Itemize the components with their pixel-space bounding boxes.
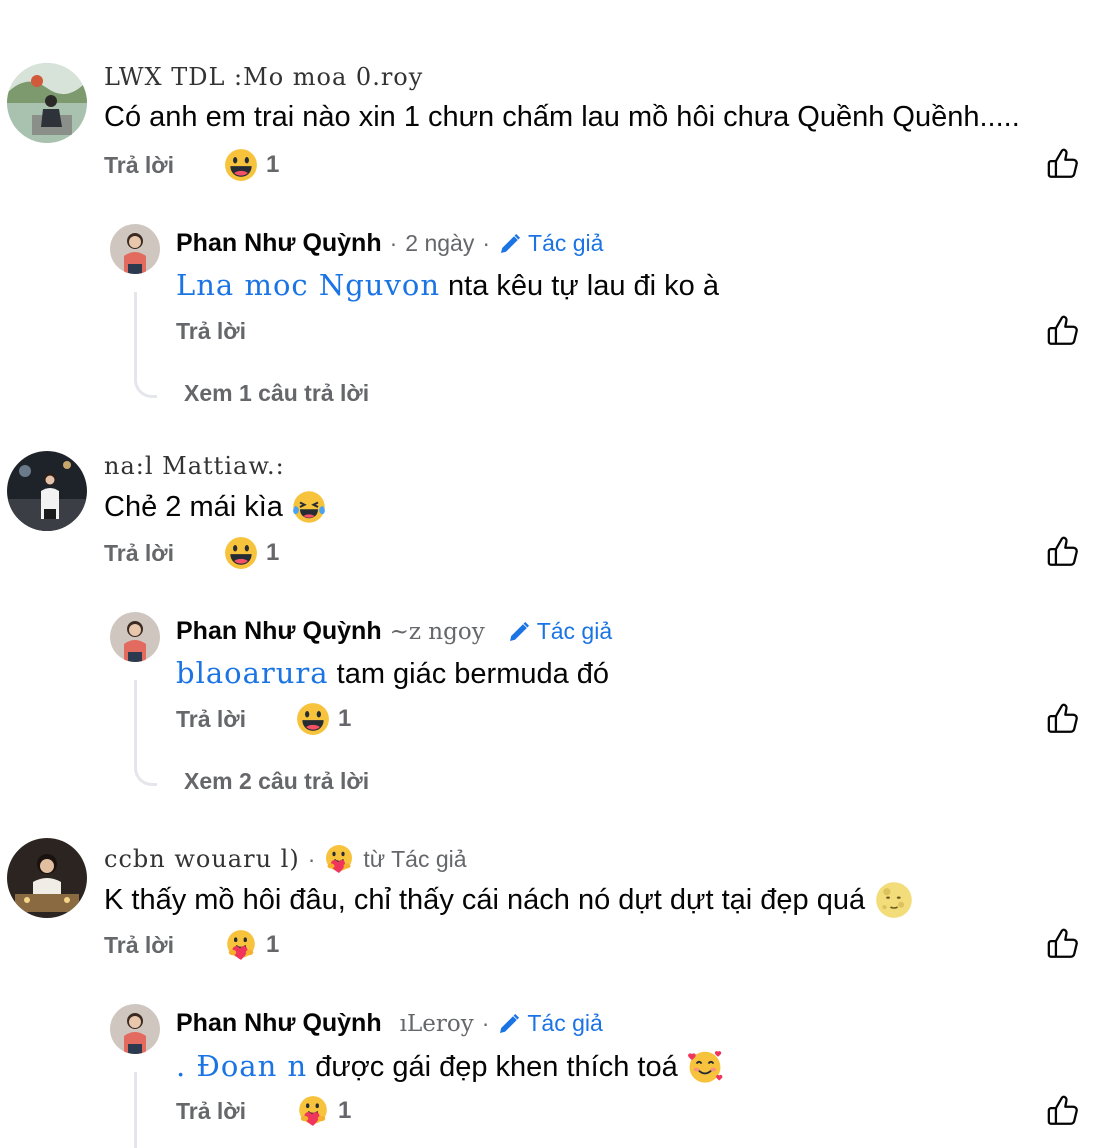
reaction-count: 1 xyxy=(266,151,280,178)
author-badge-label: Tác giả xyxy=(527,1010,603,1036)
reaction-count: 1 xyxy=(338,1097,352,1124)
reply-text: blaoarura tam giác bermuda đó xyxy=(176,656,609,691)
grinning-emoji-icon xyxy=(296,702,330,736)
reaction-count: 1 xyxy=(338,705,352,732)
comment-author-name[interactable]: LWX TDL :Mo moa 0.roy xyxy=(104,63,423,91)
avatar[interactable] xyxy=(7,63,87,143)
hugging-heart-emoji-icon xyxy=(224,928,258,962)
author-badge-label: Tác giả xyxy=(536,618,613,644)
reply-header: Phan Như Quỳnh · 2 ngày · Tác giả xyxy=(176,229,603,258)
reaction-summary[interactable]: 1 xyxy=(296,1094,351,1128)
thumbs-up-icon[interactable] xyxy=(1046,1094,1080,1128)
reply-author-name[interactable]: Phan Như Quỳnh xyxy=(176,617,382,646)
grinning-emoji-icon xyxy=(224,148,258,182)
separator-dot: · xyxy=(389,230,398,256)
reply-author-name[interactable]: Phan Như Quỳnh xyxy=(176,229,382,258)
comment-text: Có anh em trai nào xin 1 chưn chấm lau m… xyxy=(104,101,1020,133)
mention-link[interactable]: blaoarura xyxy=(176,656,329,690)
pencil-icon xyxy=(498,232,522,256)
timestamp[interactable]: 2 ngày xyxy=(405,230,474,257)
mention-link[interactable]: . Đoan n xyxy=(176,1049,307,1083)
mention-link[interactable]: Lna moc Nguvon xyxy=(176,268,440,302)
reply-button[interactable]: Trả lời xyxy=(104,540,174,567)
reaction-count: 1 xyxy=(266,931,280,958)
thumbs-up-icon[interactable] xyxy=(1046,702,1080,736)
reaction-summary[interactable]: 1 xyxy=(224,928,279,962)
separator-dot: · xyxy=(482,230,491,256)
thumbs-up-icon[interactable] xyxy=(1046,314,1080,348)
comment-header: ccbn wouaru l) · từ Tác giả xyxy=(104,843,467,875)
author-reacted-label: từ Tác giả xyxy=(363,845,467,872)
smiling-face-with-hearts-icon xyxy=(686,1047,724,1085)
pencil-icon xyxy=(497,1012,521,1036)
reply-header: Phan Như Quỳnh ~z ngoy Tác giả xyxy=(176,617,612,646)
reply-text-body: nta kêu tự lau đi ko à xyxy=(440,270,719,302)
reaction-summary[interactable]: 1 xyxy=(296,702,351,736)
thumbs-up-icon[interactable] xyxy=(1046,927,1080,961)
avatar[interactable] xyxy=(7,838,87,918)
reply-text: . Đoan n được gái đẹp khen thích toá xyxy=(176,1047,724,1085)
avatar[interactable] xyxy=(110,224,160,274)
comment-text: Chẻ 2 mái kìa xyxy=(104,489,327,525)
comment-author-name[interactable]: ccbn wouaru l) xyxy=(104,845,300,873)
comment-text-body: Chẻ 2 mái kìa xyxy=(104,490,283,523)
author-badge: Tác giả xyxy=(498,230,603,257)
comment-author-name[interactable]: na:l Mattiaw.: xyxy=(104,452,285,480)
hugging-heart-emoji-icon xyxy=(323,843,355,875)
avatar[interactable] xyxy=(110,1004,160,1054)
view-replies-link[interactable]: Xem 2 câu trả lời xyxy=(184,768,369,795)
pencil-icon xyxy=(507,620,531,644)
thread-connector xyxy=(134,680,157,786)
author-badge: Tác giả xyxy=(507,618,612,645)
avatar[interactable] xyxy=(110,612,160,662)
grinning-emoji-icon xyxy=(224,536,258,570)
comment-text: K thấy mồ hôi đâu, chỉ thấy cái nách nó … xyxy=(104,881,913,919)
separator-dot: · xyxy=(307,845,316,872)
full-moon-face-icon xyxy=(875,881,913,919)
reply-text-body: được gái đẹp khen thích toá xyxy=(307,1050,678,1083)
reply-button[interactable]: Trả lời xyxy=(176,318,246,345)
hugging-heart-emoji-icon xyxy=(296,1094,330,1128)
author-badge: Tác giả xyxy=(497,1010,603,1037)
view-replies-link[interactable]: Xem 1 câu trả lời xyxy=(184,380,369,407)
reply-author-name[interactable]: Phan Như Quỳnh xyxy=(176,1009,382,1038)
avatar[interactable] xyxy=(7,451,87,531)
reply-text-body: tam giác bermuda đó xyxy=(328,658,610,690)
thumbs-up-icon[interactable] xyxy=(1046,535,1080,569)
thread-connector xyxy=(134,1072,137,1148)
reply-button[interactable]: Trả lời xyxy=(104,932,174,959)
reply-button[interactable]: Trả lời xyxy=(176,706,246,733)
author-badge-label: Tác giả xyxy=(528,230,604,256)
face-with-tears-of-joy-icon xyxy=(291,489,327,525)
timestamp[interactable]: ıLeroy xyxy=(400,1011,474,1037)
thumbs-up-icon[interactable] xyxy=(1046,147,1080,181)
thread-connector xyxy=(134,292,157,398)
separator-dot: · xyxy=(481,1010,490,1036)
timestamp[interactable]: ~z ngoy xyxy=(390,619,485,645)
reply-button[interactable]: Trả lời xyxy=(176,1098,246,1125)
reply-button[interactable]: Trả lời xyxy=(104,152,174,179)
reaction-summary[interactable]: 1 xyxy=(224,536,279,570)
reaction-summary[interactable]: 1 xyxy=(224,148,279,182)
reaction-count: 1 xyxy=(266,539,280,566)
reply-header: Phan Như Quỳnh ıLeroy · Tác giả xyxy=(176,1009,603,1038)
reply-text: Lna moc Nguvon nta kêu tự lau đi ko à xyxy=(176,268,719,303)
comment-text-body: K thấy mồ hôi đâu, chỉ thấy cái nách nó … xyxy=(104,883,866,916)
